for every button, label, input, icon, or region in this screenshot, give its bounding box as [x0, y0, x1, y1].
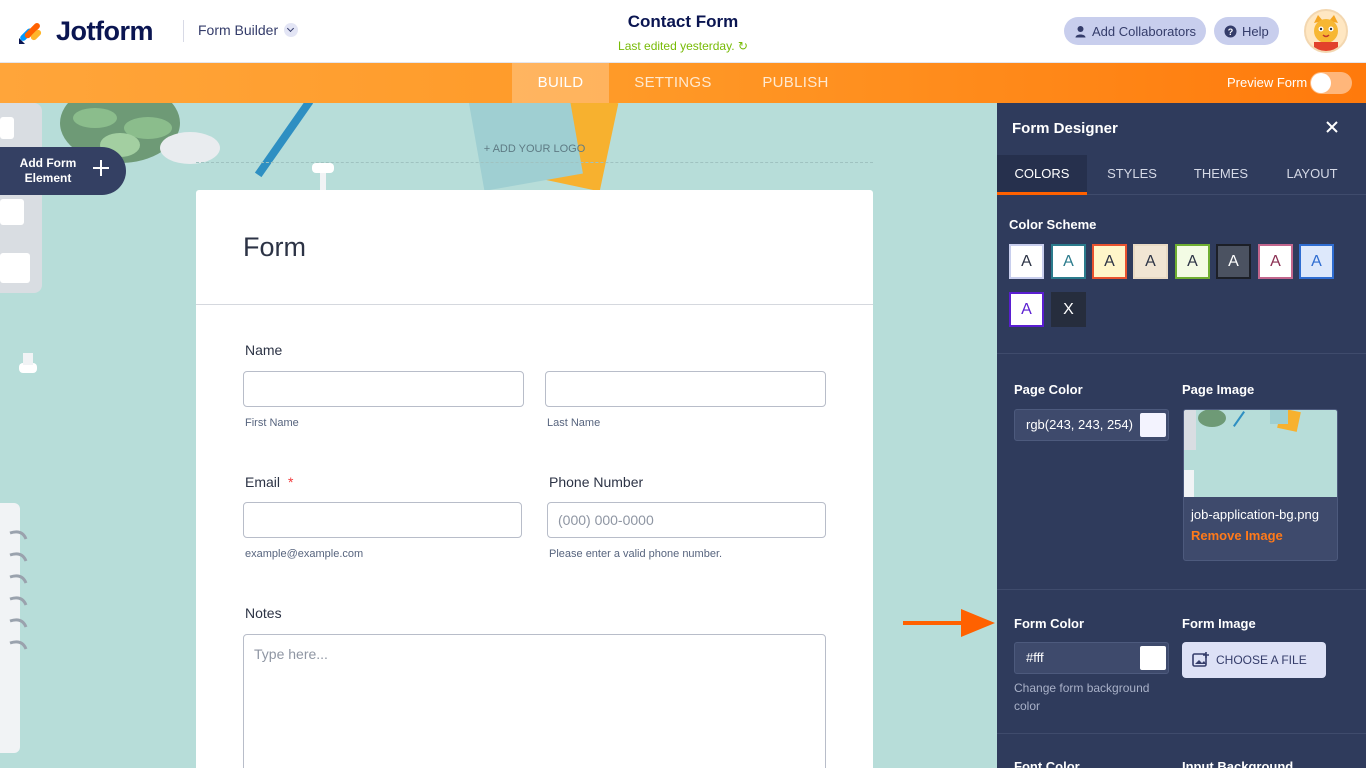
notes-label: Notes — [245, 605, 282, 621]
add-collaborators-button[interactable]: Add Collaborators — [1064, 17, 1207, 45]
arrow-pointer-icon — [903, 609, 995, 637]
color-scheme-swatch[interactable]: A — [1258, 244, 1293, 279]
plus-icon — [93, 160, 109, 176]
add-logo-link[interactable]: + ADD YOUR LOGO — [196, 143, 873, 163]
color-scheme-swatch[interactable]: A — [1175, 244, 1210, 279]
color-scheme-label: Color Scheme — [1009, 217, 1097, 232]
email-sublabel: example@example.com — [245, 548, 364, 560]
close-icon[interactable] — [1324, 119, 1340, 135]
add-form-element-button[interactable]: Add Form Element — [0, 147, 126, 195]
first-name-sublabel: First Name — [245, 417, 299, 429]
color-scheme-swatch[interactable]: A — [1092, 244, 1127, 279]
page-color-value: rgb(243, 243, 254) — [1026, 417, 1133, 432]
email-input[interactable] — [243, 502, 522, 538]
color-scheme-swatch[interactable]: A — [1009, 244, 1044, 279]
page-image-card: job-application-bg.png Remove Image — [1183, 409, 1338, 561]
form-color-label: Form Color — [1014, 616, 1085, 631]
designer-tabs: COLORS STYLES THEMES LAYOUT — [997, 155, 1366, 195]
last-name-input[interactable] — [545, 371, 826, 407]
form-color-swatch[interactable] — [1140, 646, 1166, 670]
notes-textarea[interactable]: Type here... — [243, 634, 826, 768]
page-image-filename: job-application-bg.png — [1191, 507, 1319, 522]
preview-form-label: Preview Form — [1227, 75, 1308, 90]
color-scheme-swatch[interactable]: X — [1051, 292, 1086, 327]
tab-colors[interactable]: COLORS — [997, 155, 1087, 195]
form-header: Form — [196, 190, 873, 305]
page-color-label: Page Color — [1014, 382, 1083, 397]
tab-themes[interactable]: THEMES — [1179, 155, 1263, 195]
last-edited-text: Last edited yesterday. — [618, 39, 735, 53]
phone-input[interactable]: (000) 000-0000 — [547, 502, 826, 538]
user-icon — [1075, 25, 1086, 37]
name-label: Name — [245, 342, 283, 358]
section-divider — [997, 733, 1366, 734]
refresh-icon: ↻ — [737, 39, 748, 53]
email-label: Email * — [245, 474, 293, 490]
form-designer-title: Form Designer — [1012, 120, 1118, 137]
choose-file-button[interactable]: CHOOSE A FILE — [1182, 642, 1326, 678]
color-scheme-swatch[interactable]: A — [1216, 244, 1251, 279]
form-canvas: + ADD YOUR LOGO Add Form Element Form Na… — [0, 103, 997, 768]
top-bar: Jotform Form Builder Contact Form Last e… — [0, 0, 1366, 63]
preview-form-toggle[interactable] — [1310, 72, 1352, 94]
section-divider — [997, 589, 1366, 590]
input-background-label: Input Background — [1182, 759, 1294, 774]
form-card: Form Name First Name Last Name Email * ex… — [196, 190, 873, 768]
remove-image-link[interactable]: Remove Image — [1191, 528, 1283, 543]
add-collaborators-label: Add Collaborators — [1092, 23, 1197, 39]
tab-publish[interactable]: PUBLISH — [748, 63, 843, 103]
form-color-hint: Change form background color — [1014, 681, 1150, 713]
svg-text:?: ? — [1228, 27, 1234, 37]
email-label-text: Email — [245, 474, 281, 490]
color-scheme-swatch[interactable]: A — [1299, 244, 1334, 279]
form-color-value: #fff — [1026, 650, 1044, 665]
tab-build[interactable]: BUILD — [512, 63, 609, 103]
form-designer-panel: Form Designer COLORS STYLES THEMES LAYOU… — [997, 103, 1366, 774]
font-color-label: Font Color — [1014, 759, 1080, 774]
required-asterisk: * — [288, 474, 294, 490]
phone-label: Phone Number — [549, 474, 644, 490]
first-name-input[interactable] — [243, 371, 524, 407]
page-image-label: Page Image — [1182, 382, 1255, 397]
page-color-swatch[interactable] — [1140, 413, 1166, 437]
tab-styles[interactable]: STYLES — [1090, 155, 1174, 195]
phone-sublabel: Please enter a valid phone number. — [549, 548, 723, 560]
form-image-label: Form Image — [1182, 616, 1256, 631]
section-divider — [997, 353, 1366, 354]
choose-file-label: CHOOSE A FILE — [1216, 653, 1307, 667]
tab-settings[interactable]: SETTINGS — [620, 63, 726, 103]
color-scheme-swatch[interactable]: A — [1009, 292, 1044, 327]
avatar-cat-icon — [1314, 15, 1338, 51]
last-name-sublabel: Last Name — [547, 417, 601, 429]
main-nav: BUILD SETTINGS PUBLISH Preview Form — [0, 63, 1366, 103]
image-upload-icon — [1192, 652, 1209, 667]
thumbnail-image — [1184, 410, 1301, 497]
help-label: Help — [1242, 23, 1269, 39]
form-heading[interactable]: Form — [243, 232, 306, 263]
add-form-element-label: Add Form Element — [19, 156, 77, 185]
help-button[interactable]: ? Help — [1214, 17, 1279, 45]
color-scheme-swatch[interactable]: A — [1133, 244, 1168, 279]
avatar[interactable] — [1304, 9, 1348, 53]
color-scheme-swatch[interactable]: A — [1051, 244, 1086, 279]
tab-layout[interactable]: LAYOUT — [1270, 155, 1354, 195]
page-image-thumbnail — [1184, 410, 1337, 497]
question-icon: ? — [1224, 25, 1237, 37]
